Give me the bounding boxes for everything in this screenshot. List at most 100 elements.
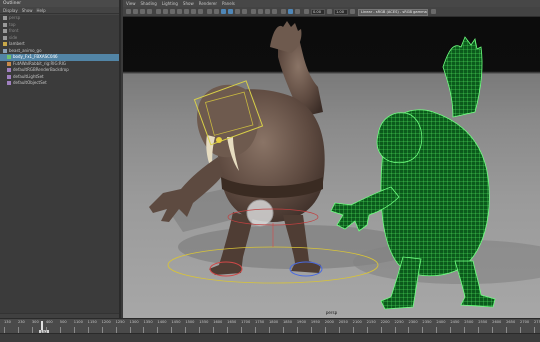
camera-icon xyxy=(3,16,7,21)
3d-viewport[interactable]: persp xyxy=(123,17,540,318)
eye-control[interactable] xyxy=(216,137,222,143)
mesh-icon xyxy=(7,55,11,60)
outliner-menu-show[interactable]: Show xyxy=(22,7,33,13)
time-slider[interactable]: 130 230 300 400 500 1100 1150 1200 1250 1300 1350 1… xyxy=(0,318,540,335)
anti-aliasing-icon[interactable] xyxy=(265,9,270,14)
wireframe-walrus[interactable] xyxy=(330,36,496,310)
timeline-tick-label: 1700 xyxy=(241,320,251,324)
timeline-tick-label: 230 xyxy=(17,320,25,324)
timeline-tick-label: 130 xyxy=(4,320,11,324)
timeline-tick-label: 1150 xyxy=(87,320,97,324)
timeline-tick-label: 500 xyxy=(59,320,67,324)
camera-name-label: persp xyxy=(325,310,338,315)
safe-action-icon[interactable] xyxy=(191,9,196,14)
view-transform-dropdown[interactable]: Linear - sRGB (ACES) - sRGB gamma (ACES) xyxy=(358,8,428,16)
safe-title-icon[interactable] xyxy=(198,9,203,14)
timeline-tick-label: 400 xyxy=(45,320,53,324)
timeline-tick-label: 2450 xyxy=(450,320,460,324)
isolate-select-icon[interactable] xyxy=(281,9,286,14)
gamma-field[interactable]: 1.00 xyxy=(334,9,348,15)
timeline-tick-label: 2100 xyxy=(352,320,362,324)
camera-icon xyxy=(3,29,7,34)
viewport-menu-view[interactable]: View xyxy=(126,0,136,7)
timeline-tick-label: 1250 xyxy=(115,320,125,324)
timeline-tick-label: 2200 xyxy=(380,320,390,324)
wireframe-icon[interactable] xyxy=(207,9,212,14)
timeline-tick-label: 1550 xyxy=(199,320,209,324)
textured-icon[interactable] xyxy=(228,9,233,14)
timeline-tick-label: 1650 xyxy=(227,320,237,324)
wireframe-on-shaded-icon[interactable] xyxy=(221,9,226,14)
viewport-menu-shading[interactable]: Shading xyxy=(141,0,157,7)
screen-space-ao-icon[interactable] xyxy=(251,9,256,14)
outliner-list[interactable]: persp top front side lambert beast_animo_go bo… xyxy=(0,15,119,318)
film-gate-icon[interactable] xyxy=(163,9,168,14)
outliner-title: Outliner xyxy=(0,0,119,7)
viewport-scene xyxy=(149,21,540,310)
shadows-icon[interactable] xyxy=(242,9,247,14)
timeline-tick-label: 2350 xyxy=(422,320,432,324)
wire-raised-arm xyxy=(442,36,483,118)
resolution-gate-icon[interactable] xyxy=(170,9,175,14)
outliner-menu-help[interactable]: Help xyxy=(37,7,46,13)
wire-head xyxy=(376,112,423,164)
set-icon xyxy=(7,81,11,86)
folder-icon xyxy=(3,42,7,47)
outliner-menubar: Display Show Help xyxy=(0,7,119,14)
walrus-character[interactable] xyxy=(149,21,325,275)
viewport-menu-renderer[interactable]: Renderer xyxy=(199,0,217,7)
image-plane-icon[interactable] xyxy=(147,9,152,14)
timeline-tick-label: 1600 xyxy=(213,320,223,324)
set-icon xyxy=(7,68,11,73)
viewport-panel: View Shading Lighting Show Renderer Pane… xyxy=(123,0,540,318)
gamma-icon[interactable] xyxy=(327,9,332,14)
timeline-tick-label: 2750 xyxy=(534,320,540,324)
viewport-menu-show[interactable]: Show xyxy=(183,0,194,7)
select-camera-icon[interactable] xyxy=(126,9,131,14)
camera-attributes-icon[interactable] xyxy=(133,9,138,14)
timeline-tick-label: 1500 xyxy=(185,320,195,324)
timeline-tick-label: 2050 xyxy=(338,320,348,324)
timeline-tick-label: 1100 xyxy=(73,320,83,324)
viewport-menu-lighting[interactable]: Lighting xyxy=(162,0,178,7)
timeline-tick-label: 1900 xyxy=(296,320,307,324)
outliner-item[interactable]: defaultObjectSet xyxy=(0,80,119,87)
timeline-tick-label: 1350 xyxy=(143,320,153,324)
timeline-tick-label: 300 xyxy=(31,320,39,324)
timeline-tick-label: 2500 xyxy=(464,320,474,324)
timeline-tick-label: 2300 xyxy=(408,320,418,324)
outliner-item-label: defaultObjectSet xyxy=(13,80,47,85)
viewport-menubar: View Shading Lighting Show Renderer Pane… xyxy=(123,0,540,7)
timeline-tick-label: 1750 xyxy=(255,320,265,324)
bookmark-icon[interactable] xyxy=(140,9,145,14)
xray-icon[interactable] xyxy=(288,9,293,14)
range-slider[interactable] xyxy=(0,333,540,342)
timeline-tick-label: 1300 xyxy=(129,320,139,324)
depth-of-field-icon[interactable] xyxy=(272,9,277,14)
viewport-menu-panels[interactable]: Panels xyxy=(222,0,235,7)
use-all-lights-icon[interactable] xyxy=(235,9,240,14)
smooth-shade-icon[interactable] xyxy=(214,9,219,14)
motion-blur-icon[interactable] xyxy=(258,9,263,14)
outliner-panel: Outliner Display Show Help persp top front… xyxy=(0,0,121,318)
xray-joints-icon[interactable] xyxy=(295,9,300,14)
cog-control[interactable] xyxy=(246,199,274,227)
timeline-tick-label: 2650 xyxy=(506,320,516,324)
viewport-toolbar: 0.00 1.00 Linear - sRGB (ACES) - sRGB ga… xyxy=(123,7,540,17)
field-chart-icon[interactable] xyxy=(184,9,189,14)
timeline-tick-label: 1450 xyxy=(171,320,181,324)
timeline-tick-label: 2400 xyxy=(436,320,446,324)
exposure-icon[interactable] xyxy=(304,9,309,14)
timeline-tick-label: 2550 xyxy=(478,320,488,324)
timeline-tick-label: 2150 xyxy=(366,320,376,324)
set-icon xyxy=(7,74,11,79)
color-management-icon[interactable] xyxy=(350,9,355,14)
grid-icon[interactable] xyxy=(156,9,161,14)
timeline-tick-label: 2700 xyxy=(520,320,530,324)
group-icon xyxy=(3,48,7,53)
gate-mask-icon[interactable] xyxy=(177,9,182,14)
panel-layout-icon[interactable] xyxy=(431,9,436,14)
exposure-field[interactable]: 0.00 xyxy=(311,9,325,15)
outliner-menu-display[interactable]: Display xyxy=(3,7,18,13)
timeline-tick-label: 1800 xyxy=(269,320,279,324)
